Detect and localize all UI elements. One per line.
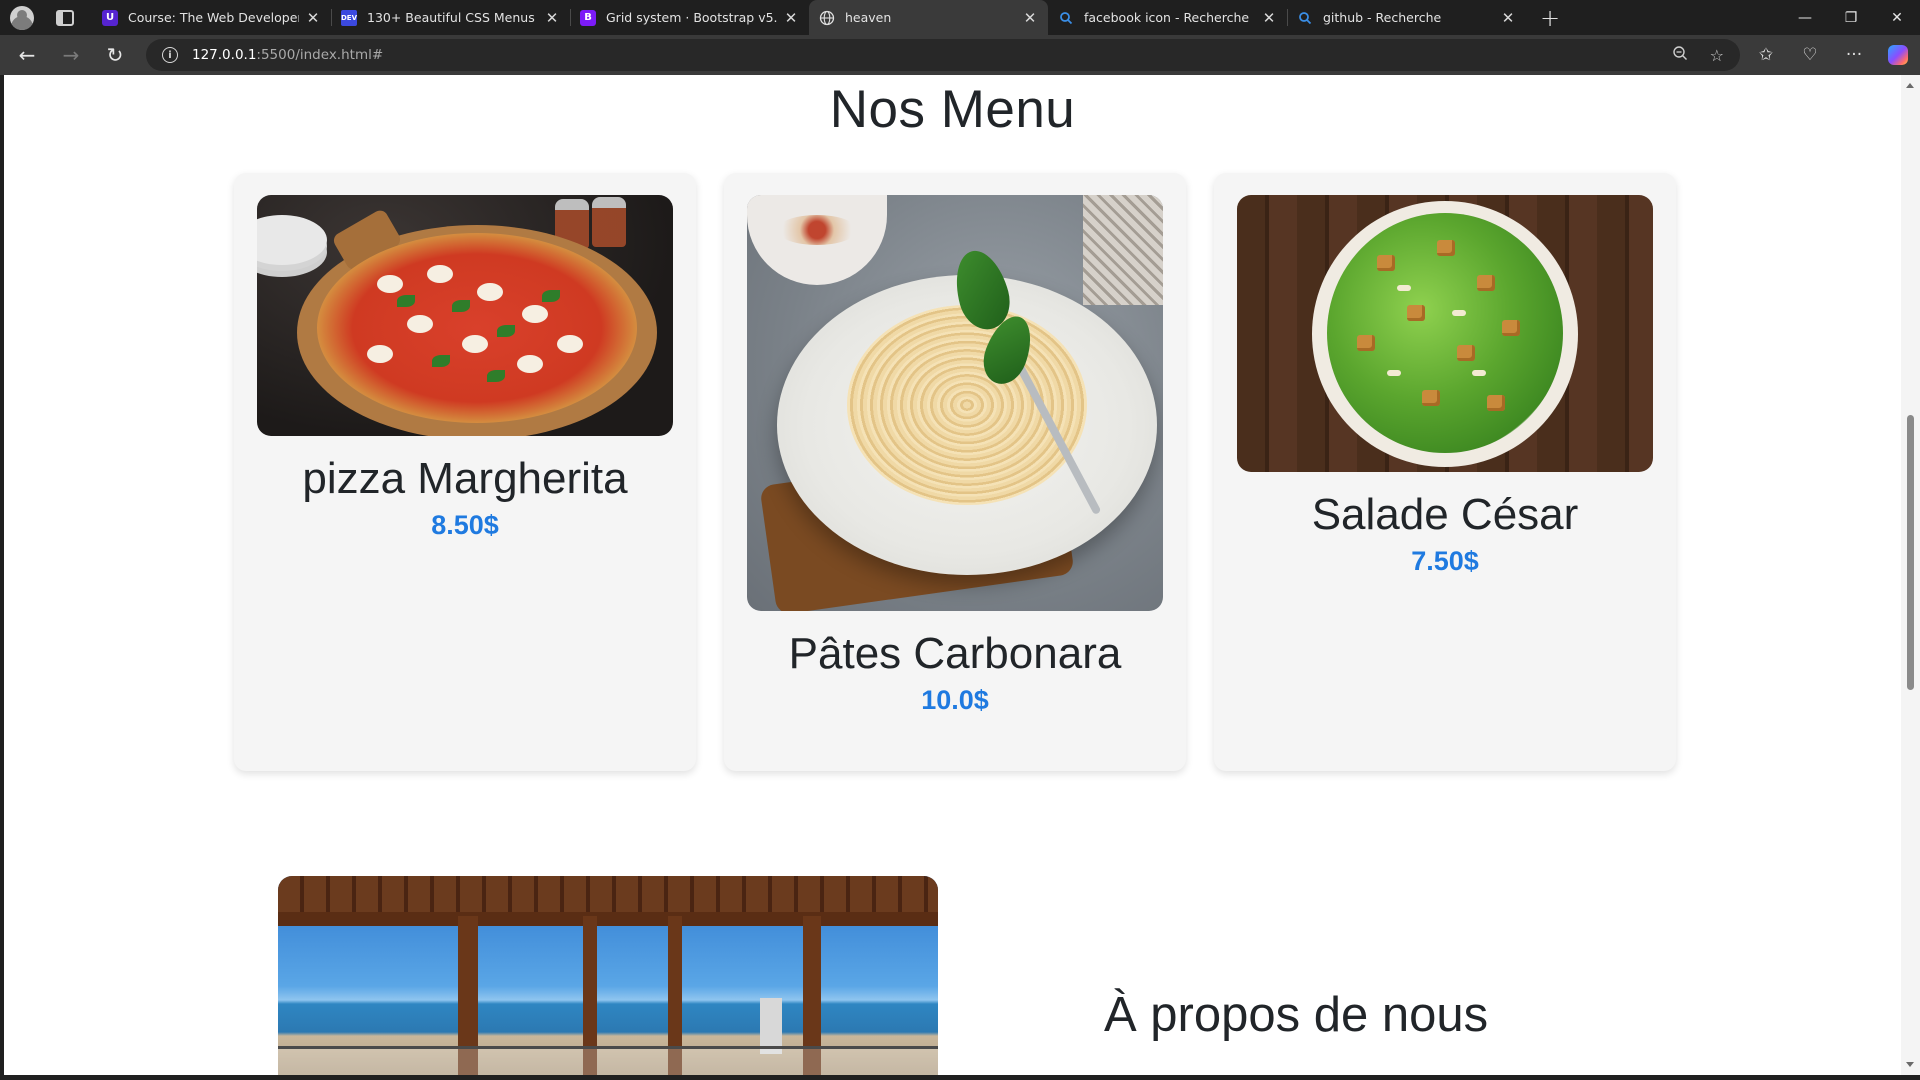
forward-arrow-icon[interactable]: → <box>49 43 93 67</box>
new-tab-plus-icon[interactable]: + <box>1540 4 1560 32</box>
refresh-icon[interactable]: ↻ <box>93 43 137 67</box>
dish-name: Pâtes Carbonara <box>788 629 1122 678</box>
close-icon[interactable]: ✕ <box>1261 9 1277 27</box>
tab-css-menus[interactable]: DEV 130+ Beautiful CSS Menus (Free C ✕ <box>331 0 570 35</box>
bootstrap-icon: B <box>580 9 596 26</box>
dev-icon: DEV <box>341 9 357 26</box>
browser-toolbar: ← → ↻ i 127.0.0.1:5500/index.html# ☆ ✩ ♡… <box>0 35 1920 75</box>
close-icon[interactable]: ✕ <box>1022 9 1038 27</box>
menu-section-title: Nos Menu <box>829 80 1076 139</box>
close-icon[interactable]: ✕ <box>783 9 799 27</box>
menu-card-pizza[interactable]: pizza Margherita 8.50$ <box>234 173 696 771</box>
dish-price: 7.50$ <box>1411 546 1479 576</box>
page-scrollbar[interactable] <box>1901 75 1920 1075</box>
tab-title: github - Recherche <box>1323 10 1442 25</box>
dish-price: 8.50$ <box>431 510 499 540</box>
scroll-down-arrow-icon[interactable] <box>1906 1062 1914 1067</box>
search-icon <box>1058 10 1074 26</box>
back-arrow-icon[interactable]: ← <box>5 43 49 67</box>
tab-actions-icon[interactable] <box>56 9 74 26</box>
tab-github-search[interactable]: github - Recherche ✕ <box>1287 0 1526 35</box>
pizza-margherita-photo <box>257 195 673 436</box>
scrollbar-thumb[interactable] <box>1907 415 1914 690</box>
copilot-icon[interactable] <box>1888 45 1908 65</box>
url-host: 127.0.0.1 <box>192 47 257 63</box>
tab-facebook-search[interactable]: facebook icon - Recherche ✕ <box>1048 0 1287 35</box>
close-window-icon[interactable]: ✕ <box>1874 10 1920 26</box>
dish-price: 10.0$ <box>921 685 989 715</box>
zoom-icon[interactable] <box>1672 45 1688 65</box>
address-bar[interactable]: i 127.0.0.1:5500/index.html# ☆ <box>146 39 1740 71</box>
tab-title: heaven <box>845 10 892 25</box>
page-viewport: Nos Menu pizza Margherita 8.50$ Pâtes Ca… <box>4 75 1901 1075</box>
tab-title: 130+ Beautiful CSS Menus (Free C <box>367 10 538 25</box>
url-text[interactable]: 127.0.0.1:5500/index.html# <box>192 47 383 63</box>
search-icon <box>1297 10 1313 26</box>
more-options-icon[interactable]: ··· <box>1832 45 1876 65</box>
close-icon[interactable]: ✕ <box>544 9 560 27</box>
tab-title: Course: The Web Developer Boot <box>128 10 299 25</box>
tab-strip: U Course: The Web Developer Boot ✕ DEV 1… <box>0 0 1920 35</box>
close-icon[interactable]: ✕ <box>1500 9 1516 27</box>
profile-avatar-icon[interactable] <box>10 5 34 30</box>
udemy-icon: U <box>102 9 118 26</box>
menu-card-salad[interactable]: Salade César 7.50$ <box>1214 173 1676 771</box>
url-rest: :5500/index.html# <box>256 47 384 63</box>
favorite-star-icon[interactable]: ☆ <box>1710 46 1724 65</box>
tab-course[interactable]: U Course: The Web Developer Boot ✕ <box>92 0 331 35</box>
restaurant-terrace-photo <box>278 876 938 1075</box>
tab-title: facebook icon - Recherche <box>1084 10 1250 25</box>
menu-card-pasta[interactable]: Pâtes Carbonara 10.0$ <box>724 173 1186 771</box>
pasta-carbonara-photo <box>747 195 1163 611</box>
caesar-salad-photo <box>1237 195 1653 472</box>
tab-bootstrap[interactable]: B Grid system · Bootstrap v5.3 ✕ <box>570 0 809 35</box>
tab-title: Grid system · Bootstrap v5.3 <box>606 10 777 25</box>
site-info-icon[interactable]: i <box>162 47 178 63</box>
scroll-up-arrow-icon[interactable] <box>1906 83 1914 88</box>
favorites-icon[interactable]: ✩ <box>1744 45 1788 65</box>
minimize-icon[interactable]: — <box>1782 10 1828 26</box>
globe-icon <box>819 10 835 26</box>
restore-icon[interactable]: ❐ <box>1828 10 1874 26</box>
tab-heaven[interactable]: heaven ✕ <box>809 0 1048 35</box>
dish-name: pizza Margherita <box>302 454 628 503</box>
close-icon[interactable]: ✕ <box>305 9 321 27</box>
browser-essentials-icon[interactable]: ♡ <box>1788 45 1832 65</box>
dish-name: Salade César <box>1311 490 1579 539</box>
about-section-title: À propos de nous <box>1104 988 1489 1042</box>
